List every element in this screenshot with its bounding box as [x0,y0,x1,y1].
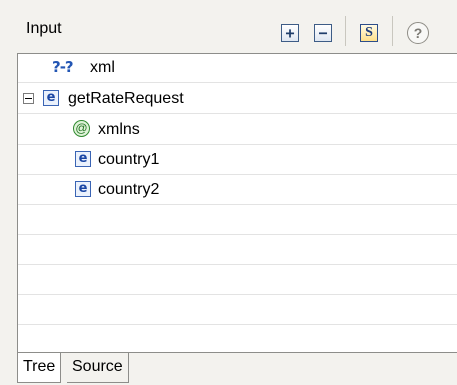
empty-row [18,266,457,295]
tree-row-label: country2 [98,181,160,198]
collapse-toggle-icon[interactable] [23,93,34,104]
empty-row [18,236,457,265]
tree-panel: ?-? xml e getRateRequest @ xmlns e count… [17,53,457,353]
tab-source[interactable]: Source [67,353,129,383]
panel-title: Input [26,20,62,37]
tree-row-xml[interactable]: ?-? xml [18,54,457,83]
tree-row-label: xmlns [98,121,140,138]
attribute-icon: @ [73,120,90,137]
tree-row-country1[interactable]: e country1 [18,146,457,175]
unknown-type-icon: ?-? [52,58,74,76]
element-icon: e [43,90,59,106]
toolbar-separator [345,16,346,46]
plus-icon: + [285,23,295,42]
toolbar-separator [392,16,393,46]
schema-icon: S [365,25,373,40]
view-tabs: Tree Source [17,353,457,385]
tree-row-label: xml [90,59,115,76]
element-icon: e [75,181,91,197]
tree-row-label: getRateRequest [68,90,184,107]
tab-tree[interactable]: Tree [17,353,62,383]
minus-icon: − [318,23,328,42]
tree-row-getraterequest[interactable]: e getRateRequest [18,85,457,114]
empty-row [18,206,457,235]
schema-button[interactable]: S [360,24,378,42]
panel-header: Input + − S ? [0,0,457,48]
help-button[interactable]: ? [407,22,429,44]
collapse-all-button[interactable]: − [314,24,332,42]
element-icon: e [75,151,91,167]
tree-row-xmlns[interactable]: @ xmlns [18,116,457,145]
empty-row [18,296,457,325]
tree-row-country2[interactable]: e country2 [18,176,457,205]
expand-all-button[interactable]: + [281,24,299,42]
tree-row-label: country1 [98,151,160,168]
help-icon: ? [413,25,423,41]
empty-row [18,326,457,352]
